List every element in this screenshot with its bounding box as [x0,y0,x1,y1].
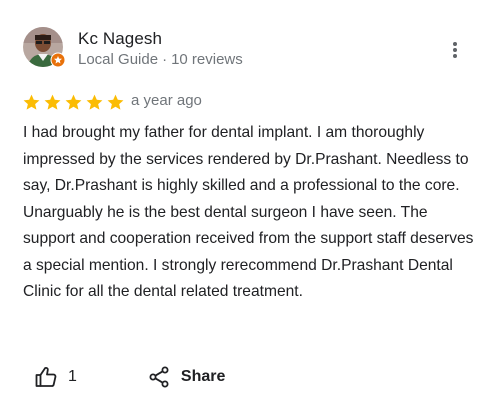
author-name[interactable]: Kc Nagesh [78,29,162,49]
star-icon [107,94,124,110]
avatar[interactable] [23,27,66,68]
like-button[interactable]: 1 [34,365,77,389]
star-icon [23,94,40,110]
author-meta: Local Guide · 10 reviews [78,51,243,68]
more-vert-icon [453,42,457,58]
like-count: 1 [68,368,77,385]
local-guide-label: Local Guide [78,51,159,68]
review-time: a year ago [131,92,202,109]
thumb-up-icon [35,367,57,387]
review-text: I had brought my father for dental impla… [23,124,474,300]
star-icon [65,94,82,110]
share-button[interactable]: Share [147,365,225,389]
local-guide-badge-icon [50,52,66,68]
more-options-button[interactable] [441,36,469,64]
star-icon [44,94,61,110]
star-icon [86,94,103,110]
review-actions: 1 Share [34,363,225,391]
share-icon [149,366,169,388]
share-label: Share [180,368,226,385]
reviews-count[interactable]: 10 reviews [171,51,243,68]
review-card: Kc Nagesh Local Guide · 10 reviews a year … [0,0,486,412]
meta-separator: · [162,51,168,68]
star-rating [22,92,127,112]
